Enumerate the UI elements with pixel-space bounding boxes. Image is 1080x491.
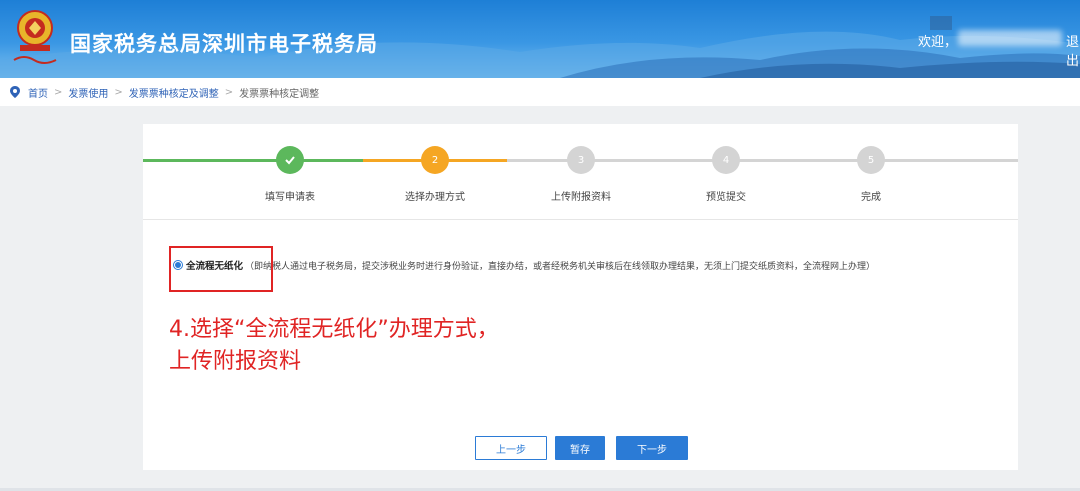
annotation-line-1: 4.选择“全流程无纸化”办理方式， <box>169 317 499 342</box>
check-icon <box>285 156 295 165</box>
breadcrumb-current: 发票票种核定调整 <box>239 88 320 100</box>
step-1-circle <box>276 146 304 174</box>
prev-step-button[interactable]: 上一步 <box>475 436 547 460</box>
highlight-box <box>169 246 273 292</box>
logout-link[interactable]: 退出 <box>1066 31 1080 69</box>
site-header: 国家税务总局深圳市电子税务局 欢迎， 退出 <box>0 0 1080 78</box>
breadcrumb-invoice-use[interactable]: 发票使用 <box>68 85 108 100</box>
site-title: 国家税务总局深圳市电子税务局 <box>70 32 378 56</box>
breadcrumb-separator: > <box>54 86 63 98</box>
breadcrumb-separator: > <box>224 86 234 98</box>
breadcrumb-separator: > <box>114 86 123 98</box>
location-pin-icon <box>10 86 20 98</box>
breadcrumb-invoice-type[interactable]: 发票票种核定及调整 <box>129 85 219 100</box>
step-3-label: 上传附报资料 <box>551 192 611 203</box>
paperless-option[interactable]: 全流程无纸化 （即纳税人通过电子税务局，提交涉税业务时进行身份验证，直接办结，或… <box>173 258 875 272</box>
step-5-label: 完成 <box>861 192 881 203</box>
step-4-circle: 4 <box>712 146 740 174</box>
main-card: 2 3 4 5 填写申请表 选择办理方式 上传附报资料 预览提交 完成 全流程无… <box>143 124 1018 470</box>
username-redacted <box>958 30 1062 46</box>
step-1-label: 填写申请表 <box>265 192 315 203</box>
welcome-text: 欢迎， <box>918 35 958 50</box>
annotation-line-2: 上传附报资料 <box>169 349 302 374</box>
step-3-circle: 3 <box>567 146 595 174</box>
breadcrumb-home[interactable]: 首页 <box>28 85 48 100</box>
step-line-done <box>143 159 363 162</box>
step-2-label: 选择办理方式 <box>405 192 465 203</box>
step-progress: 2 3 4 5 填写申请表 选择办理方式 上传附报资料 预览提交 完成 <box>143 124 1018 220</box>
annotation-text: 4.选择“全流程无纸化”办理方式， 上传附报资料 <box>169 314 499 378</box>
tax-emblem-logo <box>13 10 57 64</box>
next-step-button[interactable]: 下一步 <box>616 436 688 460</box>
save-draft-button[interactable]: 暂存 <box>555 436 605 460</box>
step-5-circle: 5 <box>857 146 885 174</box>
step-4-label: 预览提交 <box>706 192 746 203</box>
option-description: （即纳税人通过电子税务局，提交涉税业务时进行身份验证，直接办结，或者经税务机关审… <box>245 261 876 272</box>
step-2-circle: 2 <box>421 146 449 174</box>
breadcrumb: 首页 > 发票使用 > 发票票种核定及调整 > 发票票种核定调整 <box>0 78 1080 106</box>
